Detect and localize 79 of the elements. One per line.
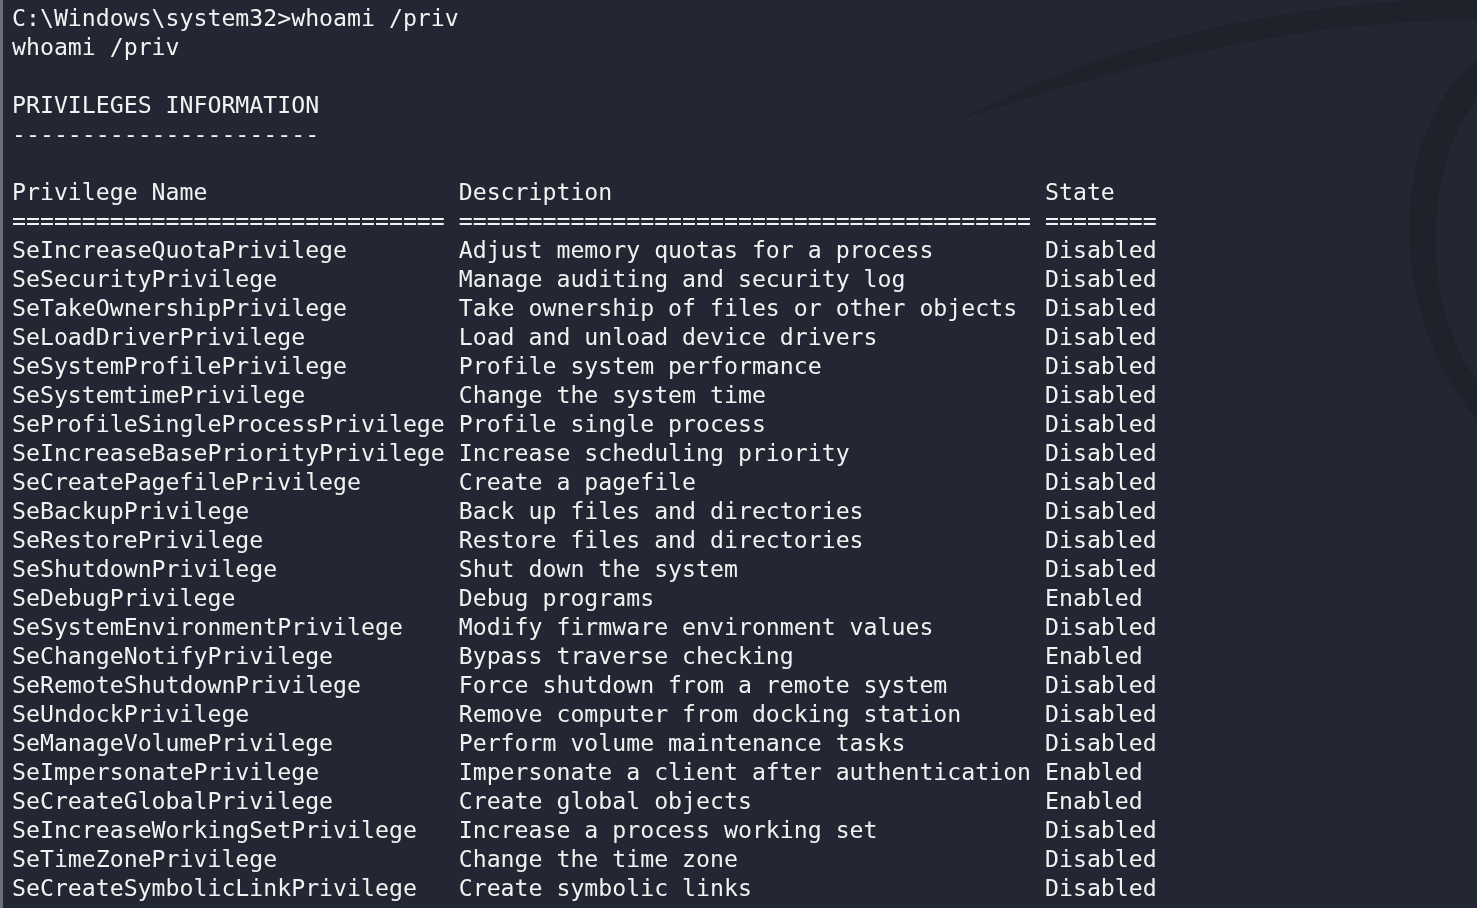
privilege-description: Debug programs: [458, 583, 655, 612]
privilege-description: Increase scheduling priority: [458, 438, 850, 467]
terminal-line: ----------------------: [12, 119, 320, 148]
privilege-description: Perform volume maintenance tasks: [458, 728, 906, 757]
privilege-description: Create global objects: [458, 786, 752, 815]
privilege-state: Disabled: [1045, 351, 1157, 380]
terminal-line: whoami /priv: [12, 32, 180, 61]
privilege-name: SeRemoteShutdownPrivilege: [12, 670, 361, 699]
privilege-state: Disabled: [1045, 322, 1157, 351]
privilege-state: Disabled: [1045, 496, 1157, 525]
privilege-name: SeLoadDriverPrivilege: [12, 322, 306, 351]
privilege-state: Disabled: [1045, 670, 1157, 699]
privilege-state: Disabled: [1045, 554, 1157, 583]
privilege-state: Enabled: [1045, 641, 1143, 670]
privilege-state: Disabled: [1045, 873, 1157, 902]
column-rule: =========================================: [458, 206, 1032, 235]
privilege-state: Disabled: [1045, 293, 1157, 322]
privilege-state: Enabled: [1045, 583, 1143, 612]
privilege-description: Change the system time: [458, 380, 766, 409]
privilege-name: SeBackupPrivilege: [12, 496, 250, 525]
privilege-description: Profile single process: [458, 409, 766, 438]
privilege-description: Create a pagefile: [458, 467, 697, 496]
privilege-state: Enabled: [1045, 786, 1143, 815]
privilege-name: SeCreateGlobalPrivilege: [12, 786, 334, 815]
privilege-description: Manage auditing and security log: [458, 264, 906, 293]
privilege-state: Disabled: [1045, 612, 1157, 641]
privilege-name: SeIncreaseBasePriorityPrivilege: [12, 438, 445, 467]
privilege-state: Disabled: [1045, 699, 1157, 728]
privilege-name: SeDebugPrivilege: [12, 583, 236, 612]
column-heading: State: [1045, 177, 1115, 206]
terminal-line: PRIVILEGES INFORMATION: [12, 90, 320, 119]
privilege-state: Disabled: [1045, 815, 1157, 844]
privilege-description: Profile system performance: [458, 351, 822, 380]
privilege-state: Disabled: [1045, 235, 1157, 264]
privilege-description: Restore files and directories: [458, 525, 864, 554]
privilege-description: Shut down the system: [458, 554, 738, 583]
column-rule: ========: [1045, 206, 1157, 235]
privilege-description: Force shutdown from a remote system: [458, 670, 948, 699]
privilege-state: Disabled: [1045, 409, 1157, 438]
privilege-state: Disabled: [1045, 728, 1157, 757]
terminal-line: C:\Windows\system32>whoami /priv: [12, 3, 459, 32]
privilege-description: Take ownership of files or other objects: [458, 293, 1018, 322]
privilege-description: Remove computer from docking station: [458, 699, 962, 728]
privilege-name: SeSecurityPrivilege: [12, 264, 278, 293]
privilege-name: SeManageVolumePrivilege: [12, 728, 334, 757]
privilege-name: SeSystemtimePrivilege: [12, 380, 306, 409]
privilege-state: Disabled: [1045, 264, 1157, 293]
privilege-name: SeSystemEnvironmentPrivilege: [12, 612, 403, 641]
privilege-state: Enabled: [1045, 757, 1143, 786]
privilege-name: SeTakeOwnershipPrivilege: [12, 293, 348, 322]
privilege-state: Disabled: [1045, 467, 1157, 496]
privilege-name: SeCreatePagefilePrivilege: [12, 467, 361, 496]
privilege-description: Modify firmware environment values: [458, 612, 934, 641]
privilege-state: Disabled: [1045, 525, 1157, 554]
privilege-name: SeTimeZonePrivilege: [12, 844, 278, 873]
privilege-description: Bypass traverse checking: [458, 641, 794, 670]
privilege-name: SeRestorePrivilege: [12, 525, 264, 554]
privilege-description: Increase a process working set: [458, 815, 878, 844]
privilege-description: Adjust memory quotas for a process: [458, 235, 934, 264]
privilege-name: SeImpersonatePrivilege: [12, 757, 320, 786]
column-rule: ===============================: [12, 206, 445, 235]
column-heading: Privilege Name: [12, 177, 208, 206]
privilege-name: SeIncreaseWorkingSetPrivilege: [12, 815, 417, 844]
privilege-name: SeProfileSingleProcessPrivilege: [12, 409, 445, 438]
privilege-name: SeSystemProfilePrivilege: [12, 351, 348, 380]
privilege-name: SeShutdownPrivilege: [12, 554, 278, 583]
privilege-state: Disabled: [1045, 380, 1157, 409]
privilege-state: Disabled: [1045, 438, 1157, 467]
privilege-description: Create symbolic links: [458, 873, 752, 902]
privilege-description: Load and unload device drivers: [458, 322, 878, 351]
privilege-name: SeIncreaseQuotaPrivilege: [12, 235, 348, 264]
privilege-name: SeUndockPrivilege: [12, 699, 250, 728]
privilege-name: SeChangeNotifyPrivilege: [12, 641, 334, 670]
privilege-description: Back up files and directories: [458, 496, 864, 525]
privilege-description: Impersonate a client after authentication: [458, 757, 1032, 786]
privilege-description: Change the time zone: [458, 844, 738, 873]
privilege-state: Disabled: [1045, 844, 1157, 873]
column-heading: Description: [458, 177, 613, 206]
privilege-name: SeCreateSymbolicLinkPrivilege: [12, 873, 417, 902]
